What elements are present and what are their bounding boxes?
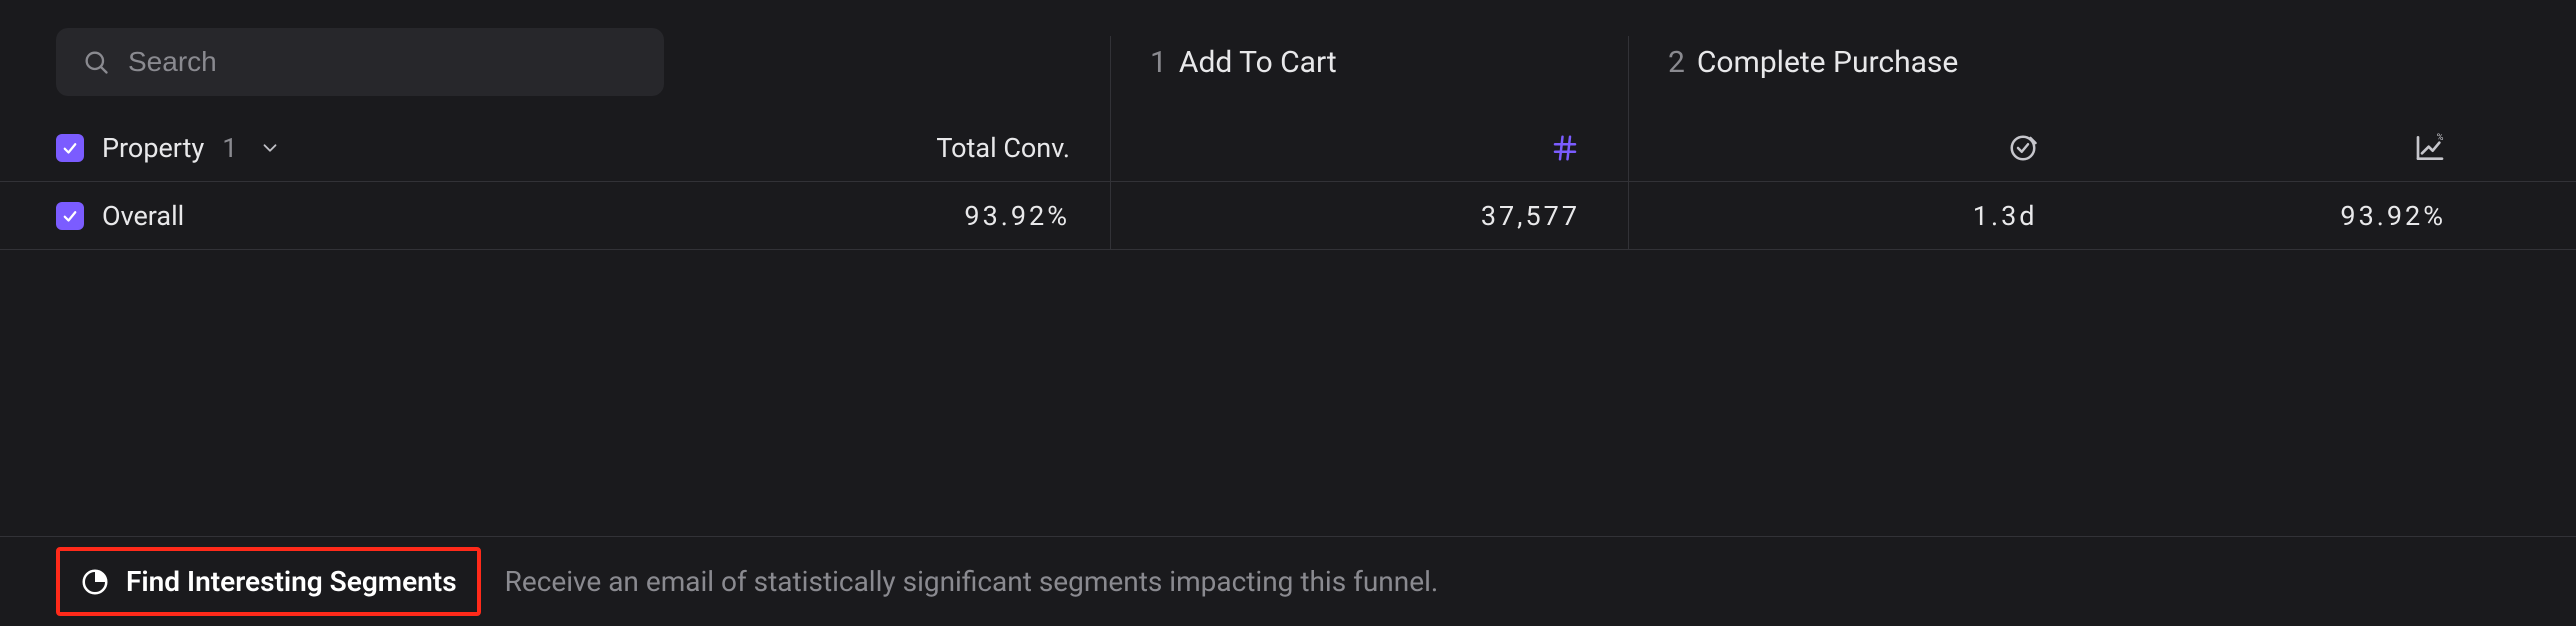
step-number: 1	[1150, 45, 1167, 80]
find-interesting-segments-button[interactable]: Find Interesting Segments	[56, 547, 481, 616]
search-box[interactable]	[56, 28, 664, 96]
step-name: Add To Cart	[1179, 45, 1337, 80]
step-name: Complete Purchase	[1697, 45, 1958, 80]
count-metric-icon[interactable]	[1550, 133, 1580, 163]
row-checkbox[interactable]	[56, 202, 84, 230]
funnel-step-2-header: 2 Complete Purchase	[1668, 45, 1958, 80]
find-segments-label: Find Interesting Segments	[126, 565, 457, 598]
row-total-conv: 93.92%	[964, 200, 1070, 232]
select-all-checkbox[interactable]	[56, 134, 84, 162]
property-label: Property	[102, 132, 204, 164]
total-conv-header: Total Conv.	[936, 132, 1070, 164]
chevron-down-icon	[259, 137, 281, 159]
search-input[interactable]	[128, 46, 638, 78]
search-icon	[82, 48, 110, 76]
property-count: 1	[222, 132, 237, 164]
funnel-step-1-header: 1 Add To Cart	[1150, 45, 1337, 80]
footer-description: Receive an email of statistically signif…	[505, 565, 1439, 598]
conversion-rate-icon[interactable]: %	[2414, 132, 2446, 164]
table-row: Overall 93.92% 37,577 1.3d 93.92%	[0, 182, 2576, 250]
property-dropdown[interactable]: Property 1	[102, 132, 281, 164]
footer-bar: Find Interesting Segments Receive an ema…	[0, 536, 2576, 626]
svg-text:%: %	[2437, 132, 2444, 143]
target-icon	[80, 567, 110, 597]
time-to-convert-icon[interactable]	[2008, 133, 2038, 163]
row-label: Overall	[102, 200, 184, 232]
row-step2-time: 1.3d	[1973, 200, 2038, 232]
step-number: 2	[1668, 45, 1685, 80]
row-step1-count: 37,577	[1481, 200, 1580, 232]
row-step2-rate: 93.92%	[2340, 200, 2446, 232]
